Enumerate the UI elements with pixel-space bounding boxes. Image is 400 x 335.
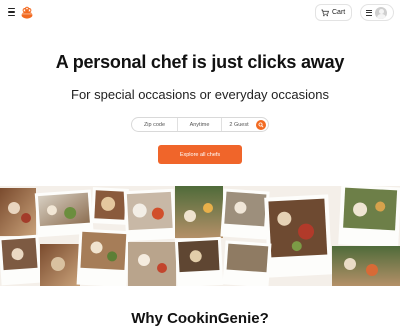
user-menu-button[interactable] bbox=[360, 4, 394, 21]
cart-icon bbox=[321, 9, 329, 16]
search-icon bbox=[258, 121, 264, 127]
cart-label: Cart bbox=[332, 9, 346, 16]
collage-photo bbox=[338, 186, 400, 248]
collage-photo bbox=[175, 186, 223, 238]
food-photo-collage bbox=[0, 186, 400, 286]
collage-graphic bbox=[0, 186, 400, 286]
collage-photo bbox=[0, 234, 42, 286]
zip-code-field[interactable]: Zip code bbox=[132, 118, 178, 131]
chef-pot-logo-icon[interactable] bbox=[20, 6, 34, 20]
collage-photo bbox=[123, 188, 177, 242]
collage-photo bbox=[40, 244, 80, 286]
collage-photo bbox=[332, 246, 400, 286]
why-cookingenie-heading: Why CookinGenie? bbox=[131, 310, 269, 327]
collage-photo bbox=[174, 236, 224, 286]
hero-subtitle: For special occasions or everyday occasi… bbox=[71, 87, 329, 102]
cart-button[interactable]: Cart bbox=[315, 4, 352, 21]
collage-photo bbox=[222, 240, 272, 286]
collage-photo bbox=[128, 242, 176, 286]
explore-chefs-button[interactable]: Explore all chefs bbox=[158, 145, 242, 164]
chef-search-bar: Zip code Anytime 2 Guest bbox=[131, 117, 269, 132]
user-avatar-icon bbox=[375, 6, 387, 19]
collage-photo bbox=[264, 194, 333, 278]
collage-photo bbox=[91, 187, 129, 225]
collage-photo bbox=[220, 188, 270, 240]
guest-count-select[interactable]: 2 Guest bbox=[222, 118, 256, 131]
collage-photo bbox=[76, 228, 130, 286]
hamburger-icon bbox=[366, 9, 372, 16]
search-button[interactable] bbox=[256, 119, 266, 130]
top-header: Cart bbox=[0, 0, 400, 26]
hamburger-icon[interactable] bbox=[8, 8, 15, 16]
time-select[interactable]: Anytime bbox=[178, 118, 222, 131]
hero-title: A personal chef is just clicks away bbox=[55, 52, 345, 72]
collage-photo bbox=[0, 188, 36, 236]
